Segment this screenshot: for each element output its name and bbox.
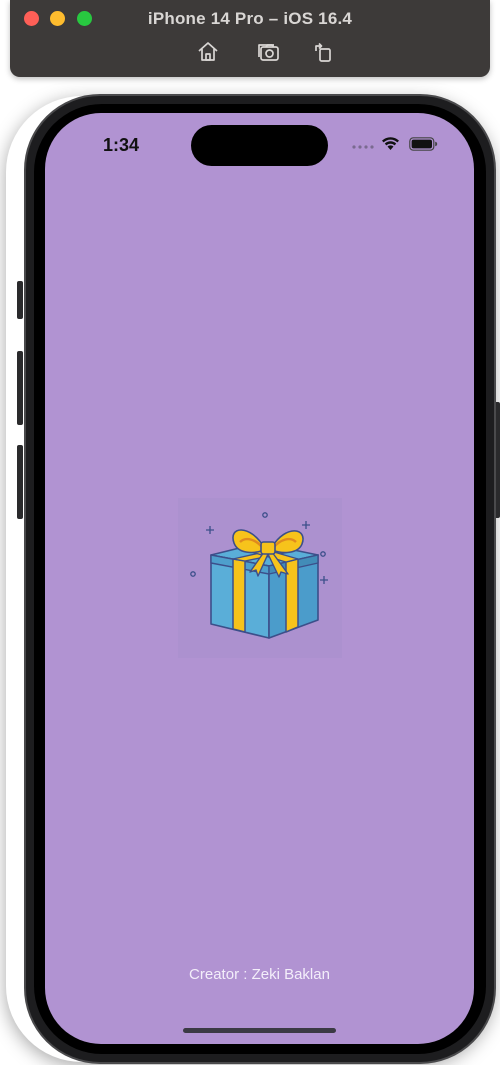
gift-box-icon	[178, 498, 342, 658]
volume-up-button	[17, 351, 23, 425]
app-screen: 1:34 Creator: Zeki Baklan	[45, 113, 474, 1044]
dynamic-island	[191, 125, 328, 166]
screenshot-icon[interactable]	[257, 40, 281, 64]
simulator-titlebar: iPhone 14 Pro – iOS 16.4	[10, 0, 490, 77]
wifi-icon	[382, 137, 399, 150]
silent-switch	[17, 281, 23, 319]
home-icon[interactable]	[196, 40, 220, 64]
status-time: 1:34	[103, 135, 140, 155]
creator-credit: Creator : Zeki Baklan	[189, 966, 330, 983]
home-indicator[interactable]	[183, 1028, 336, 1033]
simulator-title: iPhone 14 Pro – iOS 16.4	[147, 9, 353, 28]
signal-dots-icon	[352, 145, 374, 149]
volume-down-button	[17, 445, 23, 519]
rotate-icon[interactable]	[311, 40, 335, 64]
battery-icon	[409, 137, 438, 151]
